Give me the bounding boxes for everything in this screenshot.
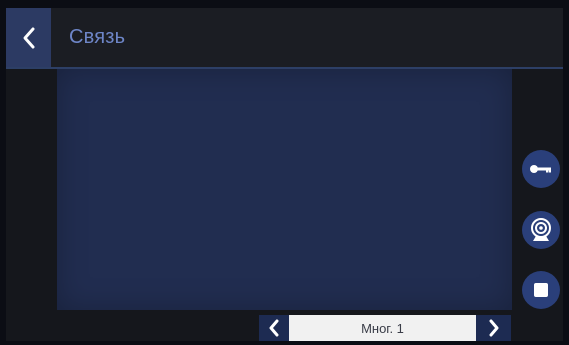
stop-button[interactable] (522, 271, 560, 309)
key-icon (530, 165, 551, 173)
header-bar: Связь (6, 8, 563, 67)
channel-selector: Мног. 1 (259, 315, 511, 341)
chevron-right-icon (489, 319, 498, 337)
back-button[interactable] (6, 8, 51, 67)
intercom-screen: Связь Мног. 1 (6, 8, 563, 341)
next-channel-button[interactable] (476, 315, 511, 341)
chevron-left-icon (23, 27, 34, 48)
key-button[interactable] (522, 150, 560, 188)
stop-icon (534, 283, 548, 297)
video-preview (57, 69, 512, 310)
chevron-left-icon (269, 319, 279, 337)
prev-channel-button[interactable] (259, 315, 289, 341)
page-title: Связь (69, 26, 126, 48)
webcam-icon (531, 218, 551, 241)
camera-button[interactable] (522, 211, 560, 249)
channel-value[interactable]: Мног. 1 (289, 315, 476, 341)
